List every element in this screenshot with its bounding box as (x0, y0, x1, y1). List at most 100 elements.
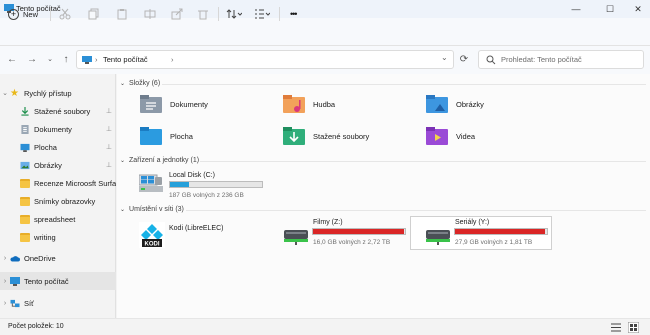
forward-icon[interactable]: → (26, 54, 38, 66)
paste-icon[interactable] (116, 8, 128, 20)
sidebar-item-folder[interactable]: Snímky obrazovky (0, 192, 116, 210)
folder-icon (20, 214, 30, 224)
computer-icon (82, 56, 92, 64)
folder-tile-downloads[interactable]: Stažené soubory (283, 126, 369, 146)
close-button[interactable]: ✕ (631, 2, 645, 16)
folder-tile-pictures[interactable]: Obrázky (426, 94, 484, 114)
share-icon[interactable] (171, 8, 183, 20)
copy-icon[interactable] (88, 8, 100, 20)
recent-dropdown-icon[interactable]: ⌄ (44, 54, 56, 66)
new-button[interactable]: + New (8, 6, 38, 22)
sidebar-item-label: Plocha (34, 142, 57, 152)
section-divider (200, 161, 646, 162)
minimize-button[interactable]: — (569, 2, 583, 16)
view-icon[interactable] (254, 8, 270, 20)
section-header-drives[interactable]: ⌄ Zařízení a jednotky (1) (120, 157, 199, 164)
download-icon (21, 106, 29, 116)
tile-label: Hudba (313, 99, 336, 109)
sidebar-item-label: Síť (24, 298, 34, 308)
sidebar-item-label: OneDrive (24, 253, 56, 263)
navigation-pane: ⌄ ★ Rychlý přístup Stažené soubory ⊥ Dok… (0, 74, 116, 318)
address-bar[interactable]: › Tento počítač › ⌄ (76, 50, 454, 69)
sidebar-item-label: spreadsheet (34, 214, 76, 224)
tile-label: Dokumenty (170, 99, 208, 109)
rename-icon[interactable] (144, 8, 156, 20)
section-header-network[interactable]: ⌄ Umístění v síti (3) (120, 206, 184, 213)
back-icon[interactable]: ← (6, 54, 18, 66)
svg-text:KODI: KODI (145, 242, 160, 248)
more-options-button[interactable]: ••• (290, 9, 298, 19)
breadcrumb-chevron-icon: › (171, 55, 174, 64)
up-icon[interactable]: ↑ (60, 54, 72, 66)
chevron-down-icon[interactable]: ⌄ (441, 53, 448, 62)
document-icon (21, 124, 29, 134)
drive-name[interactable]: Local Disk (C:) (169, 172, 215, 179)
downloads-folder-icon (283, 127, 305, 145)
folder-tile-desktop[interactable]: Plocha (140, 126, 193, 146)
sort-icon[interactable] (226, 8, 242, 20)
sidebar-item-this-pc[interactable]: › Tento počítač (0, 272, 116, 290)
cut-icon[interactable] (59, 8, 71, 20)
refresh-icon[interactable]: ⟳ (456, 50, 472, 69)
delete-icon[interactable] (197, 8, 209, 20)
folder-tile-documents[interactable]: Dokumenty (140, 94, 208, 114)
sidebar-item-folder[interactable]: spreadsheet (0, 210, 116, 228)
command-bar (0, 18, 650, 46)
plus-icon: + (8, 8, 19, 20)
chevron-down-icon: ⌄ (120, 81, 126, 87)
maximize-button[interactable]: ☐ (603, 2, 617, 16)
star-icon: ★ (10, 87, 19, 99)
network-drive-icon[interactable] (426, 227, 450, 245)
sidebar-item-pictures[interactable]: Obrázky ⊥ (0, 156, 116, 174)
drive-usage-fill (170, 182, 190, 187)
drive-free-space: 16,0 GB volných z 2,72 TB (313, 239, 391, 246)
search-placeholder: Prohledat: Tento počítač (501, 55, 582, 64)
item-count: Počet položek: 10 (8, 323, 64, 330)
pin-icon: ⊥ (105, 144, 112, 151)
desktop-icon (20, 143, 30, 152)
drive-usage-bar (169, 181, 263, 188)
folder-tile-music[interactable]: Hudba (283, 94, 335, 114)
sidebar-item-quick-access[interactable]: ⌄ ★ Rychlý přístup (0, 84, 116, 102)
search-input[interactable]: Prohledat: Tento počítač (478, 50, 644, 69)
kodi-icon[interactable]: KODI (139, 222, 165, 248)
sidebar-item-onedrive[interactable]: › OneDrive (0, 249, 116, 267)
drive-usage-fill (313, 229, 405, 234)
pictures-folder-icon (426, 95, 448, 113)
local-disk-icon[interactable] (139, 171, 163, 193)
cloud-icon (10, 255, 20, 261)
sidebar-item-folder[interactable]: Recenze Microosft Surface Laptop (0, 174, 116, 192)
drive-usage-fill (455, 229, 546, 234)
network-location-name[interactable]: Kodi (LibreELEC) (169, 225, 223, 232)
network-drive-icon[interactable] (284, 227, 308, 245)
pin-icon: ⊥ (105, 162, 112, 169)
drive-name[interactable]: Seriály (Y:) (455, 219, 489, 226)
toolbar-divider (218, 7, 219, 21)
folder-icon (20, 232, 30, 242)
drive-usage-bar (454, 228, 548, 235)
breadcrumb-item[interactable]: Tento počítač (103, 55, 148, 64)
folder-icon (20, 178, 30, 188)
drive-free-space: 27,9 GB volných z 1,81 TB (455, 239, 533, 246)
folder-icon (20, 196, 30, 206)
folder-tile-videos[interactable]: Videa (426, 126, 475, 146)
tile-label: Plocha (170, 131, 193, 141)
breadcrumb-chevron-icon: › (95, 55, 98, 64)
tiles-view-icon[interactable] (628, 322, 639, 333)
drive-name[interactable]: Filmy (Z:) (313, 219, 343, 226)
section-title: Složky (6) (129, 80, 161, 87)
chevron-down-icon: ⌄ (120, 207, 126, 213)
details-view-icon[interactable] (611, 323, 621, 332)
sidebar-item-folder[interactable]: writing (0, 228, 116, 246)
sidebar-item-network[interactable]: › Síť (0, 294, 116, 312)
section-header-folders[interactable]: ⌄ Složky (6) (120, 80, 160, 87)
sidebar-item-downloads[interactable]: Stažené soubory ⊥ (0, 102, 116, 120)
network-icon (10, 299, 20, 307)
pictures-icon (20, 161, 30, 169)
tile-label: Videa (456, 131, 476, 141)
section-title: Zařízení a jednotky (1) (129, 157, 200, 164)
section-divider (162, 84, 646, 85)
sidebar-item-documents[interactable]: Dokumenty ⊥ (0, 120, 116, 138)
tile-label: Obrázky (456, 99, 484, 109)
sidebar-item-desktop[interactable]: Plocha ⊥ (0, 138, 116, 156)
